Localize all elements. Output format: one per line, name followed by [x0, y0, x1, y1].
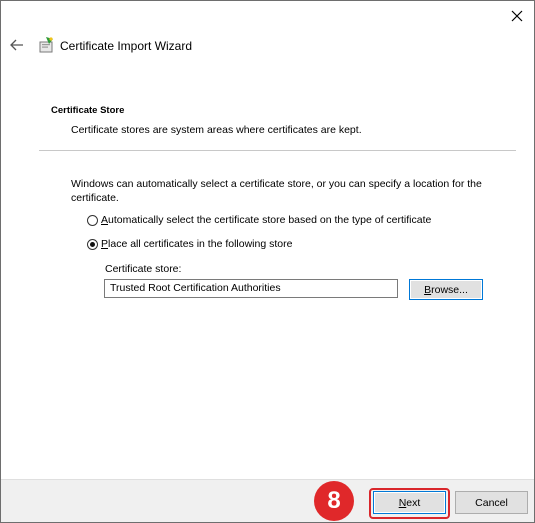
- accelerator-key: N: [398, 496, 407, 509]
- browse-button[interactable]: Browse...: [409, 279, 483, 300]
- certificate-import-wizard-window: Certificate Import Wizard Certificate St…: [0, 0, 535, 523]
- page-title: Certificate Store: [51, 105, 125, 116]
- next-button[interactable]: Next: [373, 491, 446, 514]
- label-rest: ext: [406, 496, 421, 509]
- radio-place-in-store-label: Place all certificates in the following …: [101, 238, 292, 250]
- radio-auto-select[interactable]: Automatically select the certificate sto…: [87, 214, 431, 226]
- certificate-wizard-icon: [39, 37, 53, 53]
- label-rest: rowse...: [431, 283, 468, 296]
- certificate-store-field[interactable]: Trusted Root Certification Authorities: [104, 279, 398, 298]
- window-title: Certificate Import Wizard: [60, 39, 193, 53]
- radio-place-in-store-circle[interactable]: [87, 238, 98, 250]
- accelerator-key: B: [424, 283, 432, 296]
- label-rest: utomatically select the certificate stor…: [108, 214, 432, 226]
- close-icon: [511, 10, 523, 22]
- close-button[interactable]: [506, 5, 528, 27]
- back-button[interactable]: [7, 35, 27, 55]
- cancel-button[interactable]: Cancel: [455, 491, 528, 514]
- intro-text: Windows can automatically select a certi…: [71, 178, 482, 204]
- radio-place-in-store[interactable]: Place all certificates in the following …: [87, 238, 292, 250]
- back-arrow-icon: [10, 39, 23, 51]
- label-rest: lace all certificates in the following s…: [108, 238, 293, 250]
- page-description: Certificate stores are system areas wher…: [71, 124, 362, 136]
- step-number-badge: 8: [314, 481, 354, 521]
- accelerator-key: A: [101, 214, 109, 226]
- header-divider: [39, 150, 516, 151]
- radio-auto-select-circle[interactable]: [87, 214, 98, 226]
- radio-auto-select-label: Automatically select the certificate sto…: [101, 214, 431, 226]
- accelerator-key: P: [101, 238, 109, 250]
- certificate-store-label: Certificate store:: [105, 263, 182, 275]
